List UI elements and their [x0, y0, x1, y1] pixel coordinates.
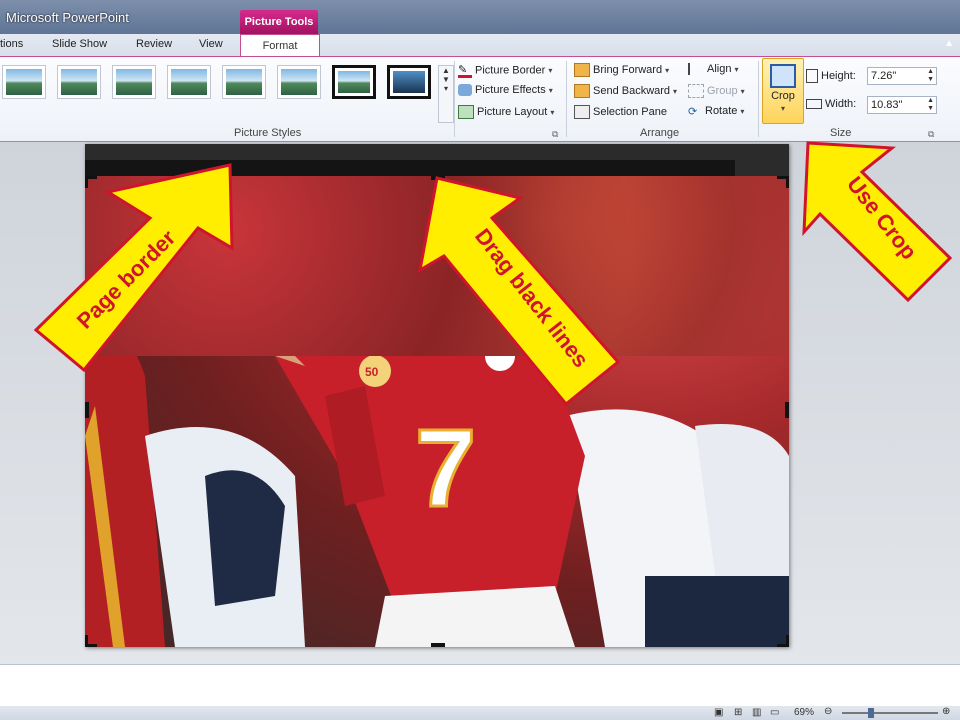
reading-view-icon[interactable]: ▥ [752, 707, 761, 718]
zoom-in-icon[interactable]: ⊕ [942, 706, 950, 717]
normal-view-icon[interactable]: ▣ [714, 707, 723, 718]
status-bar: ▣ ⊞ ▥ ▭ 69% ⊖ ⊕ [0, 706, 960, 720]
zoom-slider[interactable] [842, 712, 938, 714]
zoom-out-icon[interactable]: ⊖ [824, 706, 832, 717]
zoom-level[interactable]: 69% [794, 707, 814, 718]
zoom-slider-thumb[interactable] [868, 708, 874, 718]
slide-show-icon[interactable]: ▭ [770, 707, 779, 718]
use-crop-arrow: Use Crop [802, 141, 953, 303]
slide-sorter-icon[interactable]: ⊞ [734, 707, 742, 718]
annotation-overlay: Page border Drag black lines Use Crop [33, 141, 953, 407]
page-border-arrow: Page border [33, 163, 234, 373]
drag-lines-arrow: Drag black lines [417, 176, 621, 407]
notes-pane[interactable] [0, 664, 960, 707]
